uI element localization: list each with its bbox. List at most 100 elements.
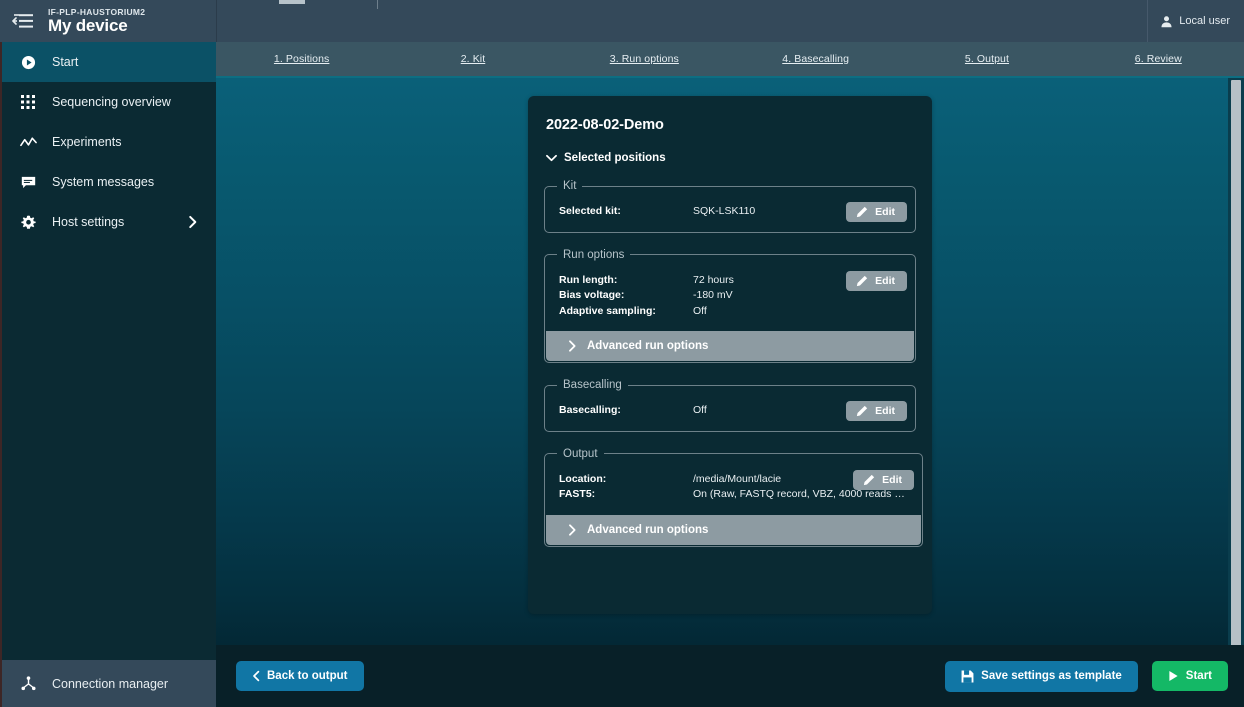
- sidebar-item-label: System messages: [52, 175, 155, 189]
- connection-manager-label: Connection manager: [52, 676, 169, 691]
- detail-value: SQK-LSK110: [693, 205, 756, 217]
- window-control-stub: [279, 0, 305, 4]
- step-review[interactable]: 6. Review: [1073, 53, 1244, 65]
- edit-output-button[interactable]: Edit: [853, 469, 914, 490]
- detail-value: Off: [693, 404, 707, 416]
- device-name: My device: [48, 15, 128, 35]
- chevron-down-icon: [546, 154, 557, 162]
- pencil-icon: [856, 206, 868, 218]
- edit-label: Edit: [882, 473, 902, 486]
- selected-positions-toggle[interactable]: Selected positions: [544, 152, 916, 164]
- play-circle-icon: [14, 55, 42, 70]
- collapse-menu-icon: [12, 14, 33, 28]
- step-output[interactable]: 5. Output: [901, 53, 1072, 65]
- section-basecalling: Basecalling Edit Basecalling: Off: [544, 379, 916, 432]
- edit-kit-button[interactable]: Edit: [846, 202, 907, 222]
- save-disk-icon: [961, 670, 974, 683]
- collapse-menu-button[interactable]: [6, 4, 40, 38]
- vertical-scrollbar[interactable]: [1228, 78, 1244, 645]
- save-settings-as-template-button[interactable]: Save settings as template: [945, 660, 1138, 692]
- chevron-right-icon: [188, 215, 198, 229]
- section-legend: Output: [563, 447, 598, 460]
- top-bar-left: IF-PLP-HAUSTORIUM2 My device: [0, 0, 216, 42]
- edit-run-options-button[interactable]: Edit: [846, 270, 907, 291]
- pencil-icon: [863, 474, 875, 486]
- top-bar-right: Local user: [216, 0, 1244, 42]
- advanced-output-options-toggle[interactable]: Advanced run options: [546, 514, 921, 545]
- minknow-app-window: IF-PLP-HAUSTORIUM2 My device Local user: [0, 0, 1244, 707]
- user-icon: [1161, 15, 1172, 27]
- play-triangle-icon: [1168, 670, 1179, 682]
- sidebar-nav: Start Sequencing overview Experiments Sy…: [2, 42, 216, 660]
- body: Start Sequencing overview Experiments Sy…: [0, 42, 1244, 707]
- local-user-button[interactable]: Local user: [1147, 0, 1244, 42]
- section-output: Output Edit Location: /media/Mount/lacie…: [544, 447, 923, 547]
- device-info: IF-PLP-HAUSTORIUM2 My device: [40, 7, 145, 35]
- step-kit[interactable]: 2. Kit: [387, 53, 558, 65]
- sidebar-item-label: Experiments: [52, 135, 122, 149]
- chevron-right-icon: [568, 523, 577, 536]
- page-title: 2022-08-02-Demo: [546, 117, 664, 133]
- workflow-steps: 1. Positions 2. Kit 3. Run options 4. Ba…: [216, 42, 1244, 78]
- detail-key: Basecalling:: [559, 404, 621, 416]
- detail-value: Off: [693, 304, 707, 317]
- detail-value: /media/Mount/lacie: [693, 472, 782, 485]
- detail-value: 72 hours: [693, 273, 734, 286]
- message-icon: [14, 176, 42, 189]
- window-control-divider: [377, 0, 378, 9]
- section-run-options: Run options Edit Run length: 72 hours Bi…: [544, 248, 916, 363]
- trend-line-icon: [14, 136, 42, 149]
- step-basecalling[interactable]: 4. Basecalling: [730, 53, 901, 65]
- edit-label: Edit: [875, 206, 895, 218]
- advanced-output-options-label: Advanced run options: [587, 523, 709, 536]
- review-summary-card: 2022-08-02-Demo Selected positions Kit E…: [528, 96, 932, 614]
- section-legend: Basecalling: [563, 379, 622, 391]
- detail-key: Bias voltage:: [559, 289, 625, 301]
- pencil-icon: [856, 275, 868, 287]
- edit-label: Edit: [875, 405, 895, 417]
- pencil-icon: [856, 405, 868, 417]
- selected-positions-label: Selected positions: [564, 152, 666, 164]
- start-label: Start: [1185, 670, 1212, 682]
- edit-basecalling-button[interactable]: Edit: [846, 401, 907, 421]
- sidebar-item-sequencing-overview[interactable]: Sequencing overview: [2, 82, 216, 122]
- detail-key: Selected kit:: [559, 205, 621, 217]
- back-to-output-button[interactable]: Back to output: [236, 661, 364, 691]
- detail-key: Run length:: [559, 273, 618, 286]
- step-positions[interactable]: 1. Positions: [216, 53, 387, 65]
- step-run-options[interactable]: 3. Run options: [559, 53, 730, 65]
- sidebar-item-system-messages[interactable]: System messages: [2, 162, 216, 202]
- save-settings-label: Save settings as template: [981, 670, 1122, 682]
- back-to-output-label: Back to output: [267, 670, 348, 682]
- gear-icon: [14, 215, 42, 230]
- sidebar-item-label: Host settings: [52, 215, 125, 229]
- advanced-run-options-label: Advanced run options: [587, 340, 709, 352]
- sidebar-item-label: Sequencing overview: [52, 95, 171, 109]
- start-button[interactable]: Start: [1151, 661, 1228, 691]
- main-content: 1. Positions 2. Kit 3. Run options 4. Ba…: [216, 42, 1244, 707]
- grid-icon: [14, 95, 42, 109]
- section-legend: Kit: [563, 180, 577, 192]
- sidebar-item-experiments[interactable]: Experiments: [2, 122, 216, 162]
- review-canvas: 2022-08-02-Demo Selected positions Kit E…: [216, 78, 1244, 645]
- scrollbar-thumb[interactable]: [1231, 80, 1241, 645]
- local-user-label: Local user: [1179, 15, 1230, 27]
- edit-label: Edit: [875, 274, 895, 287]
- chevron-right-icon: [568, 340, 577, 352]
- section-legend: Run options: [563, 248, 625, 261]
- detail-key: FAST5:: [559, 488, 596, 500]
- sidebar-item-host-settings[interactable]: Host settings: [2, 202, 216, 242]
- action-bar: Back to output Save settings as template: [216, 645, 1244, 707]
- sidebar-item-start[interactable]: Start: [2, 42, 216, 82]
- connection-manager-button[interactable]: Connection manager: [2, 660, 216, 707]
- detail-key: Location:: [559, 472, 607, 485]
- advanced-run-options-toggle[interactable]: Advanced run options: [546, 331, 914, 361]
- detail-key: Adaptive sampling:: [559, 304, 656, 317]
- detail-row: Adaptive sampling: Off: [559, 304, 901, 320]
- connection-manager-icon: [14, 676, 42, 691]
- section-kit: Kit Edit Selected kit: SQK-LSK110: [544, 180, 916, 233]
- sidebar-item-label: Start: [52, 55, 79, 69]
- top-bar: IF-PLP-HAUSTORIUM2 My device Local user: [0, 0, 1244, 42]
- detail-value: -180 mV: [693, 289, 733, 301]
- sidebar: Start Sequencing overview Experiments Sy…: [0, 42, 216, 707]
